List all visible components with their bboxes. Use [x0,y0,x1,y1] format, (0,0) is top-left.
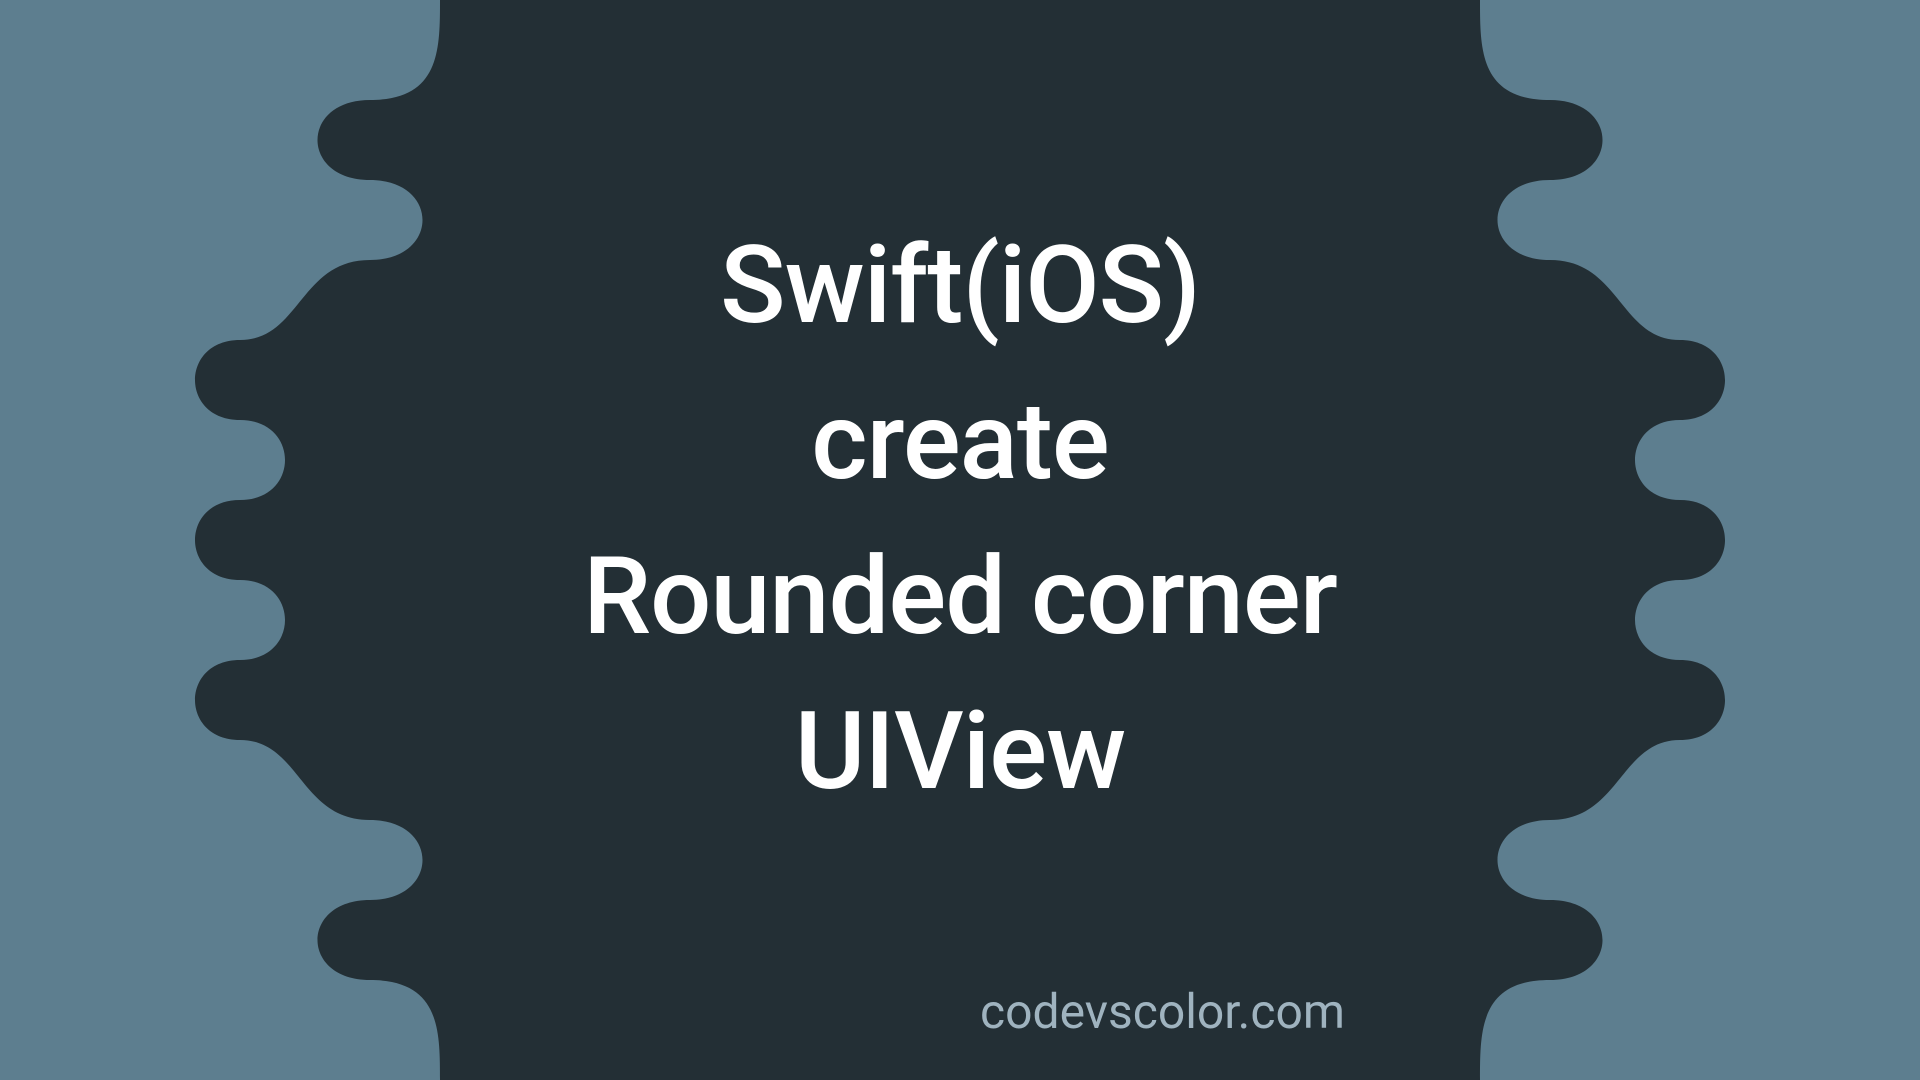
title-content: Swift(iOS) create Rounded corner UIView [583,223,1337,817]
footer-attribution: codevscolor.com [980,983,1345,1040]
title-line-1: Swift(iOS) [720,223,1200,350]
title-line-2: create [811,379,1108,506]
title-line-4: UIView [795,689,1126,816]
graphic-container: Swift(iOS) create Rounded corner UIView … [0,0,1920,1080]
title-line-3: Rounded corner [583,534,1337,661]
